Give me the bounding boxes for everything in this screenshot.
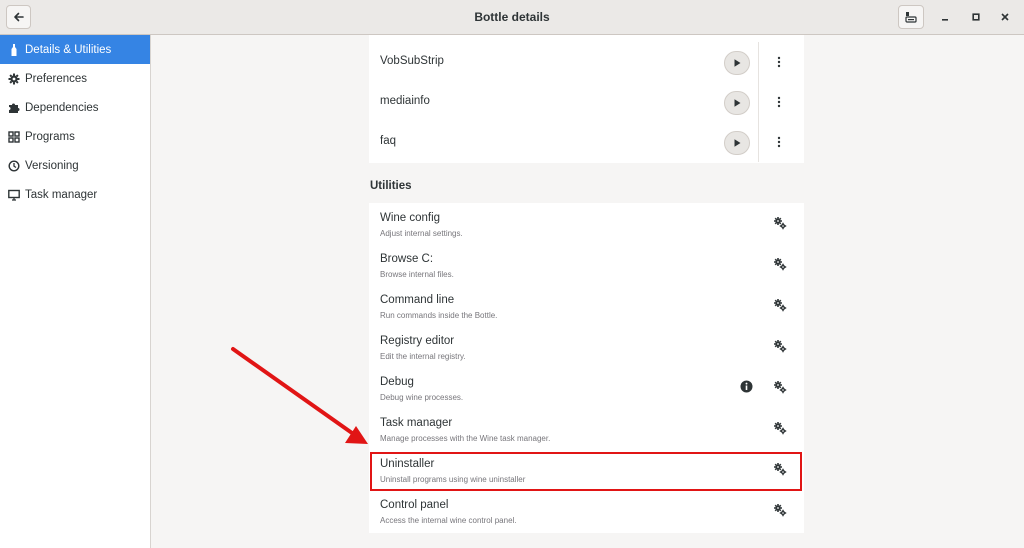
- programs-list: VobSubStrip mediainfo faq: [369, 35, 804, 163]
- gears-icon[interactable]: [773, 298, 787, 312]
- sidebar-item-programs[interactable]: Programs: [0, 122, 150, 151]
- utility-name: Wine config: [380, 212, 441, 224]
- utility-description: Browse internal files.: [380, 270, 454, 279]
- annotation-highlight-box: [370, 452, 802, 491]
- utility-name: Browse C:: [380, 253, 434, 265]
- utility-name: Debug: [380, 376, 414, 388]
- utility-name: Control panel: [380, 499, 449, 511]
- bottle-menu-icon: [905, 12, 917, 23]
- program-menu-button[interactable]: [771, 134, 787, 150]
- sidebar-item-label: Programs: [25, 130, 75, 143]
- sidebar-item-label: Preferences: [25, 72, 88, 85]
- utility-description: Manage processes with the Wine task mana…: [380, 434, 551, 443]
- list-item: faq: [369, 122, 804, 162]
- utility-description: Adjust internal settings.: [380, 229, 463, 238]
- utility-description: Debug wine processes.: [380, 393, 464, 402]
- sidebar-item-label: Dependencies: [25, 101, 99, 114]
- play-icon: [734, 139, 741, 147]
- sidebar-item-versioning[interactable]: Versioning: [0, 151, 150, 180]
- sidebar: Details & Utilities Preferences Dependen…: [0, 35, 151, 548]
- utilities-section-title: Utilities: [370, 180, 412, 192]
- info-icon[interactable]: [740, 380, 753, 393]
- maximize-button[interactable]: [968, 9, 984, 25]
- gears-icon[interactable]: [773, 339, 787, 353]
- more-vertical-icon: [777, 96, 781, 108]
- sidebar-item-label: Task manager: [25, 188, 98, 201]
- header-bar: Bottle details: [0, 0, 1024, 35]
- gears-icon[interactable]: [773, 216, 787, 230]
- run-program-button[interactable]: [724, 131, 750, 155]
- utility-debug[interactable]: Debug Debug wine processes.: [369, 367, 804, 408]
- list-item: VobSubStrip: [369, 42, 804, 82]
- utility-registry-editor[interactable]: Registry editor Edit the internal regist…: [369, 326, 804, 367]
- utility-name: Command line: [380, 294, 455, 306]
- sidebar-item-preferences[interactable]: Preferences: [0, 64, 150, 93]
- gears-icon[interactable]: [773, 257, 787, 271]
- close-button[interactable]: [997, 9, 1013, 25]
- grid-icon: [8, 130, 20, 143]
- utility-description: Run commands inside the Bottle.: [380, 311, 498, 320]
- gears-icon[interactable]: [773, 503, 787, 517]
- program-name: VobSubStrip: [380, 55, 444, 67]
- sidebar-item-dependencies[interactable]: Dependencies: [0, 93, 150, 122]
- menu-button[interactable]: [898, 5, 924, 29]
- utility-description: Edit the internal registry.: [380, 352, 466, 361]
- play-icon: [734, 59, 741, 67]
- utility-control-panel[interactable]: Control panel Access the internal wine c…: [369, 490, 804, 531]
- program-menu-button[interactable]: [771, 94, 787, 110]
- utility-name: Task manager: [380, 417, 453, 429]
- gear-icon: [8, 73, 20, 85]
- utility-task-manager[interactable]: Task manager Manage processes with the W…: [369, 408, 804, 449]
- monitor-icon: [8, 189, 20, 201]
- sidebar-item-label: Details & Utilities: [25, 43, 112, 56]
- minimize-button[interactable]: [937, 9, 953, 25]
- utility-wine-config[interactable]: Wine config Adjust internal settings.: [369, 203, 804, 244]
- utility-description: Access the internal wine control panel.: [380, 516, 517, 525]
- bottle-icon: [8, 43, 20, 56]
- sidebar-item-label: Versioning: [25, 159, 79, 172]
- run-program-button[interactable]: [724, 51, 750, 75]
- maximize-icon: [972, 13, 980, 21]
- sidebar-item-task-manager[interactable]: Task manager: [0, 180, 150, 209]
- gears-icon[interactable]: [773, 380, 787, 394]
- separator: [758, 42, 759, 82]
- list-item: mediainfo: [369, 82, 804, 122]
- utility-name: Registry editor: [380, 335, 455, 347]
- program-name: faq: [380, 135, 396, 147]
- more-vertical-icon: [777, 56, 781, 68]
- close-icon: [1001, 13, 1009, 21]
- separator: [758, 122, 759, 162]
- more-vertical-icon: [777, 136, 781, 148]
- window-title: Bottle details: [474, 10, 550, 24]
- separator: [758, 82, 759, 122]
- minimize-icon: [942, 19, 948, 21]
- puzzle-icon: [8, 102, 20, 114]
- program-name: mediainfo: [380, 95, 430, 107]
- utility-browse-c[interactable]: Browse C: Browse internal files.: [369, 244, 804, 285]
- run-program-button[interactable]: [724, 91, 750, 115]
- utility-command-line[interactable]: Command line Run commands inside the Bot…: [369, 285, 804, 326]
- sidebar-item-details-utilities[interactable]: Details & Utilities: [0, 35, 150, 64]
- gears-icon[interactable]: [773, 421, 787, 435]
- play-icon: [734, 99, 741, 107]
- clock-icon: [8, 159, 20, 172]
- program-menu-button[interactable]: [771, 54, 787, 70]
